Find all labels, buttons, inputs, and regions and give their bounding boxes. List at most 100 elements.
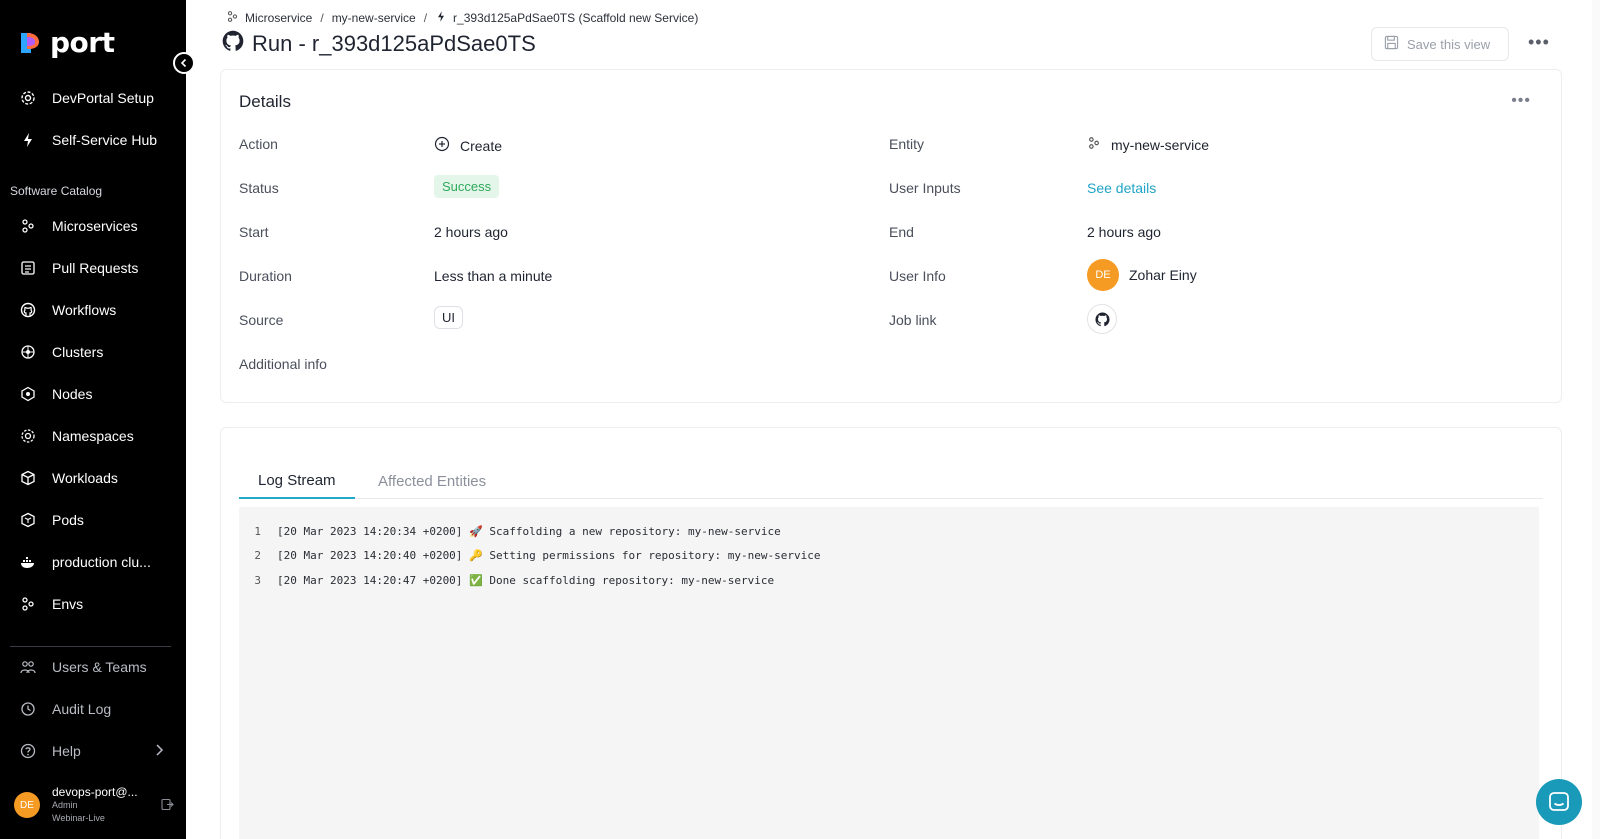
user-info-value: DE Zohar Einy [1087, 259, 1197, 291]
github-icon [1094, 311, 1110, 326]
sidebar-item-envs[interactable]: Envs [0, 586, 186, 622]
collapse-sidebar-button[interactable] [173, 52, 195, 74]
github-icon [20, 302, 36, 318]
sidebar-item-self-service-hub[interactable]: Self-Service Hub [0, 122, 186, 158]
tab-log-stream[interactable]: Log Stream [239, 464, 355, 499]
plus-circle-icon [434, 136, 450, 155]
breadcrumb-item[interactable]: Microservice [245, 11, 312, 25]
sidebar-item-label: Workflows [52, 302, 117, 318]
sidebar-item-pull-requests[interactable]: Pull Requests [0, 250, 186, 286]
detail-label: Start [239, 224, 269, 240]
details-card: Details ••• Action Create Status Success… [220, 69, 1562, 403]
log-line: 1 [20 Mar 2023 14:20:34 +0200] 🚀 Scaffol… [239, 519, 1539, 544]
log-line-number: 3 [254, 573, 261, 587]
source-badge: UI [434, 306, 463, 329]
sidebar-item-label: Nodes [52, 386, 93, 402]
sidebar-item-label: Users & Teams [52, 659, 147, 675]
sidebar-item-devportal-setup[interactable]: DevPortal Setup [0, 80, 186, 116]
breadcrumb-item: r_393d125aPdSae0TS (Scaffold new Service… [453, 11, 699, 25]
sidebar-item-label: Envs [52, 596, 84, 612]
sidebar-item-workflows[interactable]: Workflows [0, 292, 186, 328]
port-logo[interactable]: port [18, 26, 115, 59]
more-options-icon[interactable]: ••• [1511, 92, 1531, 110]
helm-icon [20, 344, 36, 360]
chat-launcher-button[interactable] [1536, 779, 1582, 825]
sidebar-item-label: production clu... [52, 554, 151, 570]
sidebar-item-namespaces[interactable]: Namespaces [0, 418, 186, 454]
sidebar-item-users-teams[interactable]: Users & Teams [0, 649, 186, 685]
more-options-icon[interactable]: ••• [1528, 32, 1550, 53]
entity-value[interactable]: my-new-service [1087, 136, 1209, 153]
scrollbar[interactable] [1592, 0, 1600, 839]
sidebar-item-label: Clusters [52, 344, 104, 360]
sidebar-item-label: Audit Log [52, 701, 112, 717]
lightning-icon [20, 132, 36, 148]
tab-affected-entities[interactable]: Affected Entities [359, 464, 505, 499]
save-view-button[interactable]: Save this view [1371, 27, 1509, 61]
sidebar-item-pods[interactable]: Pods [0, 502, 186, 538]
sidebar-item-workloads[interactable]: Workloads [0, 460, 186, 496]
list-icon [20, 260, 36, 276]
microservice-icon [20, 218, 36, 234]
entity-link[interactable]: my-new-service [1111, 137, 1209, 153]
breadcrumb-separator: / [423, 11, 428, 25]
detail-label: User Inputs [889, 180, 961, 196]
user-org: Webinar-Live [52, 813, 105, 823]
sidebar-item-audit-log[interactable]: Audit Log [0, 691, 186, 727]
action-text: Create [460, 137, 503, 154]
docker-icon [20, 554, 36, 570]
detail-label: Duration [239, 268, 292, 284]
sidebar-item-label: Microservices [52, 218, 138, 234]
sidebar-item-nodes[interactable]: Nodes [0, 376, 186, 412]
detail-label: Status [239, 180, 279, 196]
user-role: Admin [52, 800, 78, 810]
sidebar-item-label: Workloads [52, 470, 118, 486]
sidebar-item-microservices[interactable]: Microservices [0, 208, 186, 244]
sidebar-item-label: Namespaces [52, 428, 134, 444]
main-content: Microservice / my-new-service / r_393d12… [186, 0, 1600, 839]
detail-label: End [889, 224, 914, 240]
page-title: Run - r_393d125aPdSae0TS [252, 30, 536, 56]
users-icon [20, 659, 36, 675]
log-stream-output: 1 [20 Mar 2023 14:20:34 +0200] 🚀 Scaffol… [239, 507, 1539, 839]
log-line-text: [20 Mar 2023 14:20:34 +0200] 🚀 Scaffoldi… [277, 524, 781, 538]
sidebar-item-label: Help [52, 743, 81, 759]
microservice-icon [226, 10, 239, 26]
log-line-text: [20 Mar 2023 14:20:47 +0200] ✅ Done scaf… [277, 573, 775, 587]
microservice-icon [1087, 136, 1101, 153]
chevron-left-icon [180, 58, 187, 68]
status-value: Success [434, 175, 500, 198]
history-icon [20, 701, 36, 717]
sidebar-item-clusters[interactable]: Clusters [0, 334, 186, 370]
detail-label: Job link [889, 312, 937, 328]
user-profile[interactable]: DE devops-port@... Admin Webinar-Live [14, 784, 174, 826]
status-badge: Success [434, 175, 500, 198]
port-logo-icon [18, 29, 42, 57]
log-line-number: 2 [254, 549, 261, 563]
sidebar-item-label: Self-Service Hub [52, 132, 158, 148]
log-line-text: [20 Mar 2023 14:20:40 +0200] 🔑 Setting p… [277, 549, 821, 563]
end-value: 2 hours ago [1087, 224, 1161, 240]
detail-label: Entity [889, 136, 925, 152]
page-header: Run - r_393d125aPdSae0TS [222, 30, 536, 57]
sidebar-item-label: Pods [52, 512, 84, 528]
detail-label: Source [239, 312, 284, 328]
breadcrumb-separator: / [320, 11, 324, 25]
see-details-link[interactable]: See details [1087, 180, 1156, 196]
pod-icon [20, 512, 36, 528]
gear-icon [20, 90, 36, 106]
sidebar-item-help[interactable]: Help [0, 733, 186, 769]
sidebar-divider [10, 646, 171, 647]
user-email: devops-port@... [52, 785, 138, 799]
sidebar-item-production-cluster[interactable]: production clu... [0, 544, 186, 580]
log-card: Log Stream Affected Entities 1 [20 Mar 2… [220, 427, 1562, 839]
breadcrumb-item[interactable]: my-new-service [332, 11, 416, 25]
detail-label: Action [239, 136, 278, 152]
save-view-label: Save this view [1407, 36, 1491, 52]
source-value: UI [434, 306, 463, 329]
logout-icon[interactable] [161, 798, 174, 816]
github-icon [222, 30, 244, 57]
action-value: Create [434, 136, 502, 155]
detail-label: Additional info [239, 356, 327, 372]
job-link-button[interactable] [1087, 304, 1117, 334]
